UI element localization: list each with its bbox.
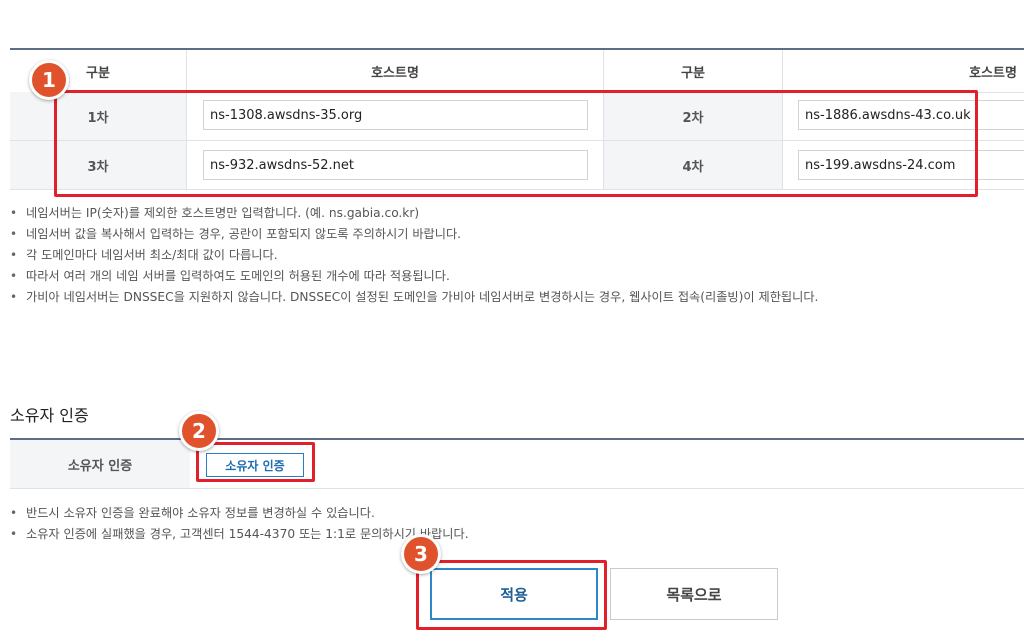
step-badge-1: 1 <box>29 60 69 100</box>
step-badge-2: 2 <box>179 411 219 451</box>
owner-row-label: 소유자 인증 <box>10 440 190 488</box>
note-item: 네임서버는 IP(숫자)를 제외한 호스트명만 입력합니다. (예. ns.ga… <box>10 203 1020 224</box>
header-category-2: 구분 <box>681 65 705 81</box>
header-hostname-1: 호스트명 <box>371 65 419 81</box>
note-item: 각 도메인마다 네임서버 최소/최대 값이 다릅니다. <box>10 245 1020 266</box>
note-item: 소유자 인증에 실패했을 경우, 고객센터 1544-4370 또는 1:1로 … <box>10 524 1020 545</box>
highlight-box-nameservers <box>54 90 978 197</box>
owner-section-title: 소유자 인증 <box>10 406 89 425</box>
header-hostname-2: 호스트명 <box>969 65 1017 81</box>
note-item: 반드시 소유자 인증을 완료해야 소유자 정보를 변경하실 수 있습니다. <box>10 503 1020 524</box>
step-badge-3: 3 <box>401 534 441 574</box>
table-header: 구분 호스트명 구분 호스트명 <box>10 50 1024 93</box>
highlight-box-apply <box>416 560 607 630</box>
note-item: 네임서버 값을 복사해서 입력하는 경우, 공란이 포함되지 않도록 주의하시기… <box>10 224 1020 245</box>
back-to-list-button[interactable]: 목록으로 <box>610 568 778 620</box>
highlight-box-owner-button <box>196 442 315 482</box>
owner-verification-table: 소유자 인증 소유자 인증 <box>10 438 1024 489</box>
note-item: 가비아 네임서버는 DNSSEC을 지원하지 않습니다. DNSSEC이 설정된… <box>10 287 1020 308</box>
owner-notes: 반드시 소유자 인증을 완료해야 소유자 정보를 변경하실 수 있습니다. 소유… <box>10 503 1020 545</box>
note-item: 따라서 여러 개의 네임 서버를 입력하여도 도메인의 허용된 개수에 따라 적… <box>10 266 1020 287</box>
nameserver-notes: 네임서버는 IP(숫자)를 제외한 호스트명만 입력합니다. (예. ns.ga… <box>10 203 1020 308</box>
